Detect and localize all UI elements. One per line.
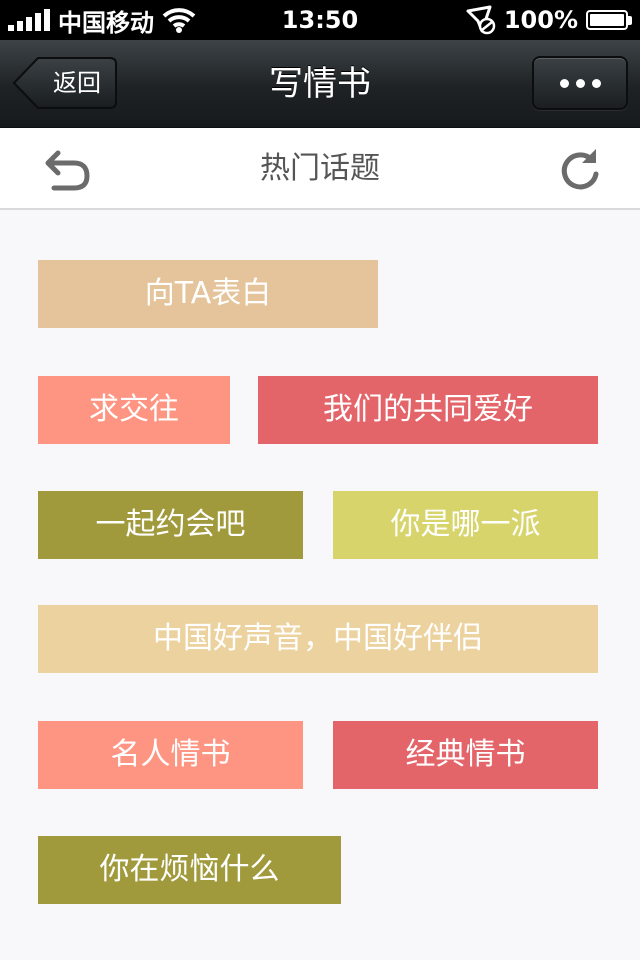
topic-celebrity-letters-button[interactable]: 名人情书 [38,721,303,789]
more-button[interactable] [532,56,628,110]
topic-toolbar: 热门话题 [0,128,640,210]
status-right: 100% [464,5,632,35]
topic-shared-hobbies-button[interactable]: 我们的共同爱好 [258,376,598,444]
topic-worries-button[interactable]: 你在烦恼什么 [38,836,341,904]
toolbar-title: 热门话题 [260,151,380,186]
topic-which-type-button[interactable]: 你是哪一派 [333,491,598,559]
refresh-icon[interactable] [556,146,602,194]
topic-dating-request-button[interactable]: 求交往 [38,376,230,444]
nav-bar: 返回 写情书 [0,40,640,128]
wifi-icon [162,8,196,33]
battery-percent: 100% [503,6,578,34]
status-left: 中国移动 [8,3,196,38]
location-lock-icon [466,5,496,35]
status-bar: 中国移动 13:50 100% [0,0,640,40]
signal-icon [8,9,50,31]
topic-confess-button[interactable]: 向TA表白 [38,260,378,328]
topic-classic-letters-button[interactable]: 经典情书 [333,721,598,789]
more-dots-icon [559,78,569,88]
topic-date-together-button[interactable]: 一起约会吧 [38,491,303,559]
battery-icon [586,10,632,30]
carrier-label: 中国移动 [58,8,154,37]
topic-good-voice-button[interactable]: 中国好声音，中国好伴侣 [38,605,598,673]
